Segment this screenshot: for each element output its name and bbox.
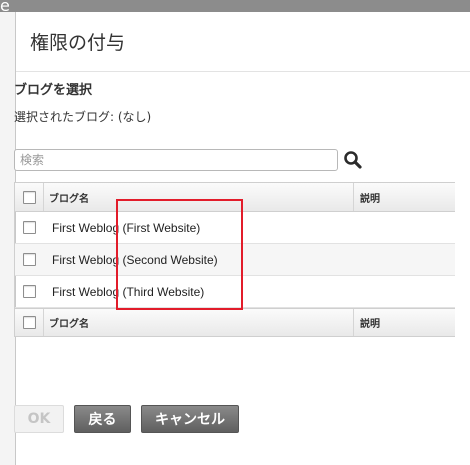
column-footer-blog-name[interactable]: ブログ名 [44, 309, 354, 336]
dialog-title: 権限の付与 [30, 32, 126, 54]
back-button[interactable]: 戻る [74, 405, 131, 433]
select-all-checkbox[interactable] [22, 190, 36, 204]
search-button[interactable] [342, 149, 364, 171]
table-row[interactable]: First Weblog (First Website) [15, 212, 455, 244]
column-header-blog-name[interactable]: ブログ名 [44, 183, 354, 211]
blog-name-link[interactable]: First Weblog (Second Website) [52, 253, 218, 267]
table-row[interactable]: First Weblog (Second Website) [15, 244, 455, 276]
blog-table: ブログ名 説明 First Weblog (First Website) Fir… [14, 182, 455, 337]
row-checkbox[interactable] [23, 285, 36, 298]
blog-name-link[interactable]: First Weblog (Third Website) [52, 285, 204, 299]
select-all-checkbox-footer[interactable] [22, 316, 36, 329]
blog-name-link[interactable]: First Weblog (First Website) [52, 221, 200, 235]
ok-button[interactable]: OK [14, 405, 64, 433]
cancel-button[interactable]: キャンセル [141, 405, 239, 433]
table-footer-row: ブログ名 説明 [15, 308, 455, 336]
search-icon [344, 151, 362, 169]
search-input[interactable] [14, 149, 338, 171]
section-heading: ブログを選択 [14, 83, 93, 98]
background-header: e [0, 0, 470, 15]
column-footer-description: 説明 [360, 319, 380, 330]
dialog-header: 権限の付与 [16, 12, 470, 72]
row-checkbox[interactable] [23, 253, 36, 266]
table-header-row: ブログ名 説明 [15, 183, 455, 212]
row-checkbox[interactable] [23, 221, 36, 234]
selected-blogs-text: 選択されたブログ: (なし) [14, 110, 152, 124]
table-row[interactable]: First Weblog (Third Website) [15, 276, 455, 308]
column-header-description: 説明 [360, 193, 380, 205]
